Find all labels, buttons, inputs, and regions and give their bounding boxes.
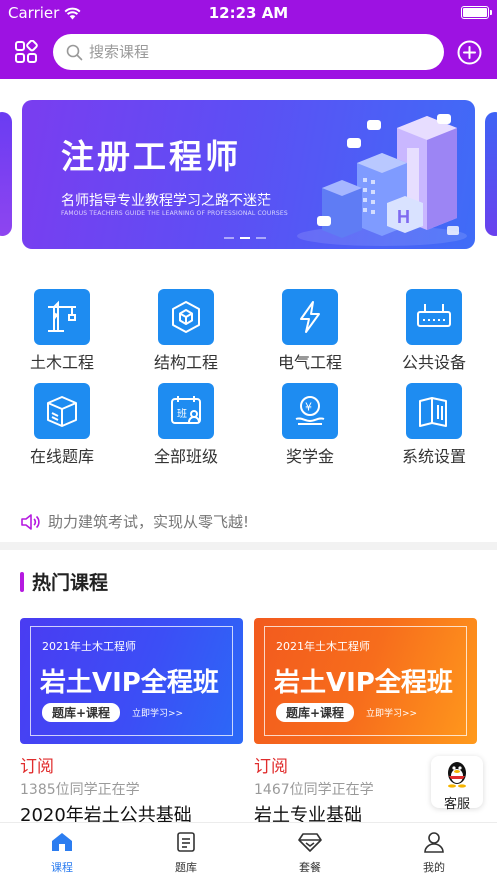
category-label: 在线题库	[29, 447, 94, 466]
customer-service-button[interactable]: 客服	[431, 756, 483, 812]
category-label: 全部班级	[153, 447, 218, 466]
category-all-classes[interactable]: 班 全部班级	[131, 383, 241, 467]
city-illustration: H	[297, 114, 467, 246]
crane-icon	[34, 289, 90, 345]
add-icon[interactable]	[457, 40, 482, 65]
svg-text:班: 班	[177, 408, 187, 420]
subscribe-link[interactable]: 订阅	[20, 752, 243, 777]
carousel-dot-active[interactable]	[240, 237, 250, 239]
carousel-dot[interactable]	[256, 237, 266, 239]
course-thumbnail[interactable]: 2021年土木工程师 岩土VIP全程班 题库+课程 立即学习>>	[254, 618, 477, 744]
category-label: 奖学金	[285, 447, 334, 466]
bottom-tab-bar: 课程 题库 套餐 我的	[0, 822, 497, 883]
book-icon	[406, 383, 462, 439]
category-label: 电气工程	[277, 353, 342, 372]
search-icon	[66, 44, 83, 60]
customer-service-label: 客服	[443, 797, 470, 812]
diamond-icon	[298, 833, 322, 852]
notice-text: 助力建筑考试，实现从零飞越!	[48, 513, 250, 531]
svg-text:¥: ¥	[305, 401, 312, 414]
tab-label: 套餐	[299, 861, 321, 874]
course-thumbnail[interactable]: 2021年土木工程师 岩土VIP全程班 题库+课程 立即学习>>	[20, 618, 243, 744]
category-label: 结构工程	[153, 353, 218, 372]
speaker-icon	[21, 513, 40, 530]
banner-subtitle-en: FAMOUS TEACHERS GUIDE THE LEARNING OF PR…	[61, 210, 288, 217]
grid-menu-icon[interactable]	[14, 40, 38, 64]
battery-icon	[461, 6, 492, 19]
svg-text:H: H	[397, 207, 410, 227]
course-year: 2021年土木工程师	[276, 640, 370, 653]
category-equipment[interactable]: 公共设备	[379, 289, 489, 373]
status-bar: Carrier 12:23 AM	[0, 0, 497, 26]
course-cta[interactable]: 立即学习>>	[366, 706, 417, 719]
router-icon	[406, 289, 462, 345]
class-icon: 班	[158, 383, 214, 439]
carousel-dot[interactable]	[224, 237, 234, 239]
search-input[interactable]	[89, 43, 419, 61]
course-tag: 题库+课程	[42, 703, 121, 722]
lightning-icon	[282, 289, 338, 345]
top-header: Carrier 12:23 AM	[0, 0, 497, 79]
tab-label: 课程	[51, 861, 73, 874]
clock: 12:23 AM	[208, 4, 289, 22]
category-settings[interactable]: 系统设置	[379, 383, 489, 467]
tab-profile[interactable]: 我的	[389, 831, 479, 875]
scholarship-icon: ¥	[282, 383, 338, 439]
search-bar[interactable]	[53, 34, 444, 70]
tab-label: 题库	[175, 861, 197, 874]
tab-courses[interactable]: 课程	[17, 831, 107, 875]
tab-label: 我的	[423, 861, 445, 874]
category-label: 系统设置	[401, 447, 466, 466]
course-cta[interactable]: 立即学习>>	[132, 706, 183, 719]
tab-question-bank[interactable]: 题库	[141, 831, 231, 875]
learner-count: 1385位同学正在学	[20, 782, 140, 798]
hot-courses-header: 热门课程	[20, 568, 108, 595]
banner-prev-peek[interactable]	[0, 112, 12, 236]
notice-bar[interactable]: 助力建筑考试，实现从零飞越!	[20, 511, 249, 532]
section-accent-bar	[20, 571, 24, 592]
box-icon	[34, 383, 90, 439]
course-year: 2021年土木工程师	[42, 640, 136, 653]
category-label: 公共设备	[401, 353, 466, 372]
user-icon	[424, 832, 444, 853]
cube-icon	[158, 289, 214, 345]
banner-title: 注册工程师	[61, 137, 241, 176]
qq-penguin-icon	[448, 762, 466, 788]
banner-slide[interactable]: 注册工程师 名师指导专业教程学习之路不迷茫 FAMOUS TEACHERS GU…	[22, 100, 475, 249]
banner-subtitle: 名师指导专业教程学习之路不迷茫	[61, 193, 271, 209]
category-civil[interactable]: 土木工程	[7, 289, 117, 373]
banner-carousel[interactable]: 注册工程师 名师指导专业教程学习之路不迷茫 FAMOUS TEACHERS GU…	[0, 98, 497, 251]
section-divider	[0, 542, 497, 550]
category-question-bank[interactable]: 在线题库	[7, 383, 117, 467]
category-electrical[interactable]: 电气工程	[255, 289, 365, 373]
course-card[interactable]: 2021年土木工程师 岩土VIP全程班 题库+课程 立即学习>> 订阅 1385…	[20, 618, 243, 827]
section-title: 热门课程	[32, 572, 109, 594]
document-icon	[177, 832, 195, 852]
tab-packages[interactable]: 套餐	[265, 831, 355, 875]
course-headline: 岩土VIP全程班	[40, 668, 219, 698]
home-icon	[52, 833, 72, 851]
category-structural[interactable]: 结构工程	[131, 289, 241, 373]
banner-next-peek[interactable]	[485, 112, 497, 236]
course-headline: 岩土VIP全程班	[274, 668, 453, 698]
course-tag: 题库+课程	[276, 703, 355, 722]
category-scholarship[interactable]: ¥ 奖学金	[255, 383, 365, 467]
carousel-dots	[224, 237, 266, 239]
category-label: 土木工程	[29, 353, 94, 372]
